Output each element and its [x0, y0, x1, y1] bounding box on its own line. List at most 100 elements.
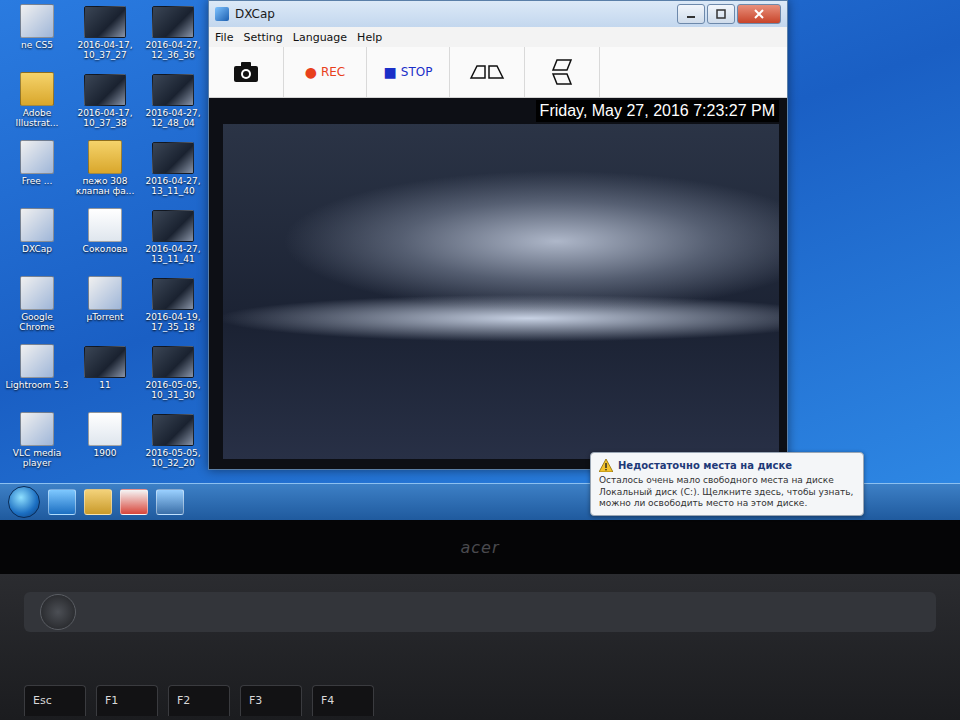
desktop-icon-label: пежо 308 клапан фа...: [73, 176, 137, 197]
app-icon: [88, 276, 122, 310]
start-button[interactable]: [8, 486, 40, 518]
desktop-icon[interactable]: пежо 308 клапан фа...: [72, 138, 138, 206]
record-glyph: ●: [305, 64, 317, 80]
desktop-icon[interactable]: 2016-04-19, 17_35_18: [140, 274, 206, 342]
desktop-icon[interactable]: µTorrent: [72, 274, 138, 342]
desktop-icon[interactable]: 11: [72, 342, 138, 410]
app-icon: [20, 276, 54, 310]
desktop-icon-label: µTorrent: [86, 312, 123, 322]
dxcap-window: DXCapFile Setting Language Help ● REC ■ STOP Fri…: [208, 0, 788, 470]
maximize-icon: [716, 9, 726, 19]
desktop-icon[interactable]: 2016-04-27, 13_11_41: [140, 206, 206, 274]
keyboard-deck: Esc F1 F2 F3 F4: [0, 574, 960, 720]
laptop-bezel: acer: [0, 520, 960, 574]
image-icon: [84, 74, 126, 106]
folder-icon: [88, 140, 122, 174]
file-icon: [88, 412, 122, 446]
desktop-icon-label: 2016-04-27, 13_11_41: [141, 244, 205, 265]
menu-item[interactable]: Language: [293, 31, 347, 44]
app-icon: [20, 140, 54, 174]
desktop-icon[interactable]: Google Chrome: [4, 274, 70, 342]
keyboard-key[interactable]: F3: [240, 685, 302, 716]
desktop-icon-label: 2016-05-05, 10_32_20: [141, 448, 205, 469]
desktop: ne CS52016-04-17, 10_37_272016-04-27, 12…: [0, 0, 960, 520]
desktop-icon[interactable]: Free ...: [4, 138, 70, 206]
toolbar: ● REC ■ STOP: [209, 47, 787, 98]
desktop-icon[interactable]: Соколова: [72, 206, 138, 274]
desktop-icon[interactable]: Adobe Illustrat...: [4, 70, 70, 138]
title-bar: DXCap: [209, 1, 787, 27]
key-label: Esc: [33, 694, 52, 707]
app-icon: [20, 412, 54, 446]
menu-item[interactable]: File: [215, 31, 233, 44]
desktop-icon-label: 2016-04-17, 10_37_38: [73, 108, 137, 129]
app-icon: [20, 208, 54, 242]
desktop-icon-label: 2016-04-27, 12_48_04: [141, 108, 205, 129]
desktop-icon[interactable]: 1900: [72, 410, 138, 478]
desktop-icon[interactable]: 2016-05-05, 10_32_20: [140, 410, 206, 478]
image-icon: [152, 346, 194, 378]
timestamp-row: Friday, May 27, 2016 7:23:27 PM: [223, 98, 779, 124]
desktop-icon[interactable]: VLC media player: [4, 410, 70, 478]
stop-button[interactable]: ■ STOP: [367, 47, 450, 97]
internet-explorer-icon[interactable]: [48, 489, 76, 515]
folder-icon: [20, 72, 54, 106]
keyboard-key[interactable]: Esc: [24, 685, 86, 716]
chrome-icon[interactable]: [120, 489, 148, 515]
desktop-icon-label: Google Chrome: [5, 312, 69, 333]
flip-h-button[interactable]: [450, 47, 525, 97]
app-icon: [20, 344, 54, 378]
balloon-title: Недостаточно места на диске: [618, 460, 792, 471]
desktop-icon[interactable]: ne CS5: [4, 2, 70, 70]
desktop-icon-label: VLC media player: [5, 448, 69, 469]
window-title: DXCap: [235, 7, 671, 21]
image-icon: [152, 210, 194, 242]
keyboard-key[interactable]: F4: [312, 685, 374, 716]
key-label: F2: [177, 694, 190, 707]
desktop-icon[interactable]: 2016-04-17, 10_37_27: [72, 2, 138, 70]
keyboard-key[interactable]: F2: [168, 685, 230, 716]
flip-horizontal-icon: [469, 64, 505, 80]
close-button[interactable]: [737, 4, 781, 24]
desktop-icon-label: 2016-04-17, 10_37_27: [73, 40, 137, 61]
desktop-icon[interactable]: DXCap: [4, 206, 70, 274]
power-button[interactable]: [40, 594, 76, 630]
camera-frame: [223, 124, 779, 459]
explorer-icon[interactable]: [84, 489, 112, 515]
keyboard-key[interactable]: F1: [96, 685, 158, 716]
desktop-icon[interactable]: Lightroom 5.3: [4, 342, 70, 410]
record-button[interactable]: ● REC: [284, 47, 367, 97]
key-label: F3: [249, 694, 262, 707]
minimize-button[interactable]: [677, 4, 705, 24]
desktop-icon[interactable]: 2016-04-27, 12_36_36: [140, 2, 206, 70]
tool-label: STOP: [401, 65, 433, 79]
desktop-icon-label: Adobe Illustrat...: [5, 108, 69, 129]
desktop-icon[interactable]: 2016-04-17, 10_37_38: [72, 70, 138, 138]
image-icon: [152, 6, 194, 38]
maximize-button[interactable]: [707, 4, 735, 24]
image-icon: [84, 6, 126, 38]
menu-item[interactable]: Help: [357, 31, 382, 44]
timestamp: Friday, May 27, 2016 7:23:27 PM: [536, 100, 779, 122]
key-label: F1: [105, 694, 118, 707]
stop-glyph: ■: [384, 64, 397, 80]
menu-bar: File Setting Language Help: [209, 27, 787, 47]
snapshot-button[interactable]: [209, 47, 284, 97]
warning-icon: [599, 459, 613, 472]
function-key-row: Esc F1 F2 F3 F4: [24, 685, 936, 716]
desktop-icon[interactable]: 2016-04-27, 13_11_40: [140, 138, 206, 206]
flip-vertical-icon: [551, 58, 573, 86]
notification-balloon[interactable]: Недостаточно места на дискеОсталось очен…: [590, 452, 864, 516]
desktop-icon-label: 11: [99, 380, 110, 390]
photo-of-laptop: ne CS52016-04-17, 10_37_272016-04-27, 12…: [0, 0, 960, 720]
camera-icon: [233, 61, 259, 83]
dxcap-taskbar-icon[interactable]: [156, 489, 184, 515]
desktop-icon[interactable]: 2016-04-27, 12_48_04: [140, 70, 206, 138]
desktop-icon[interactable]: 2016-05-05, 10_31_30: [140, 342, 206, 410]
image-icon: [152, 278, 194, 310]
flip-v-button[interactable]: [525, 47, 600, 97]
tool-label: REC: [321, 65, 345, 79]
desktop-icon-label: 2016-04-27, 12_36_36: [141, 40, 205, 61]
desktop-icon-label: Free ...: [22, 176, 53, 186]
menu-item[interactable]: Setting: [243, 31, 282, 44]
